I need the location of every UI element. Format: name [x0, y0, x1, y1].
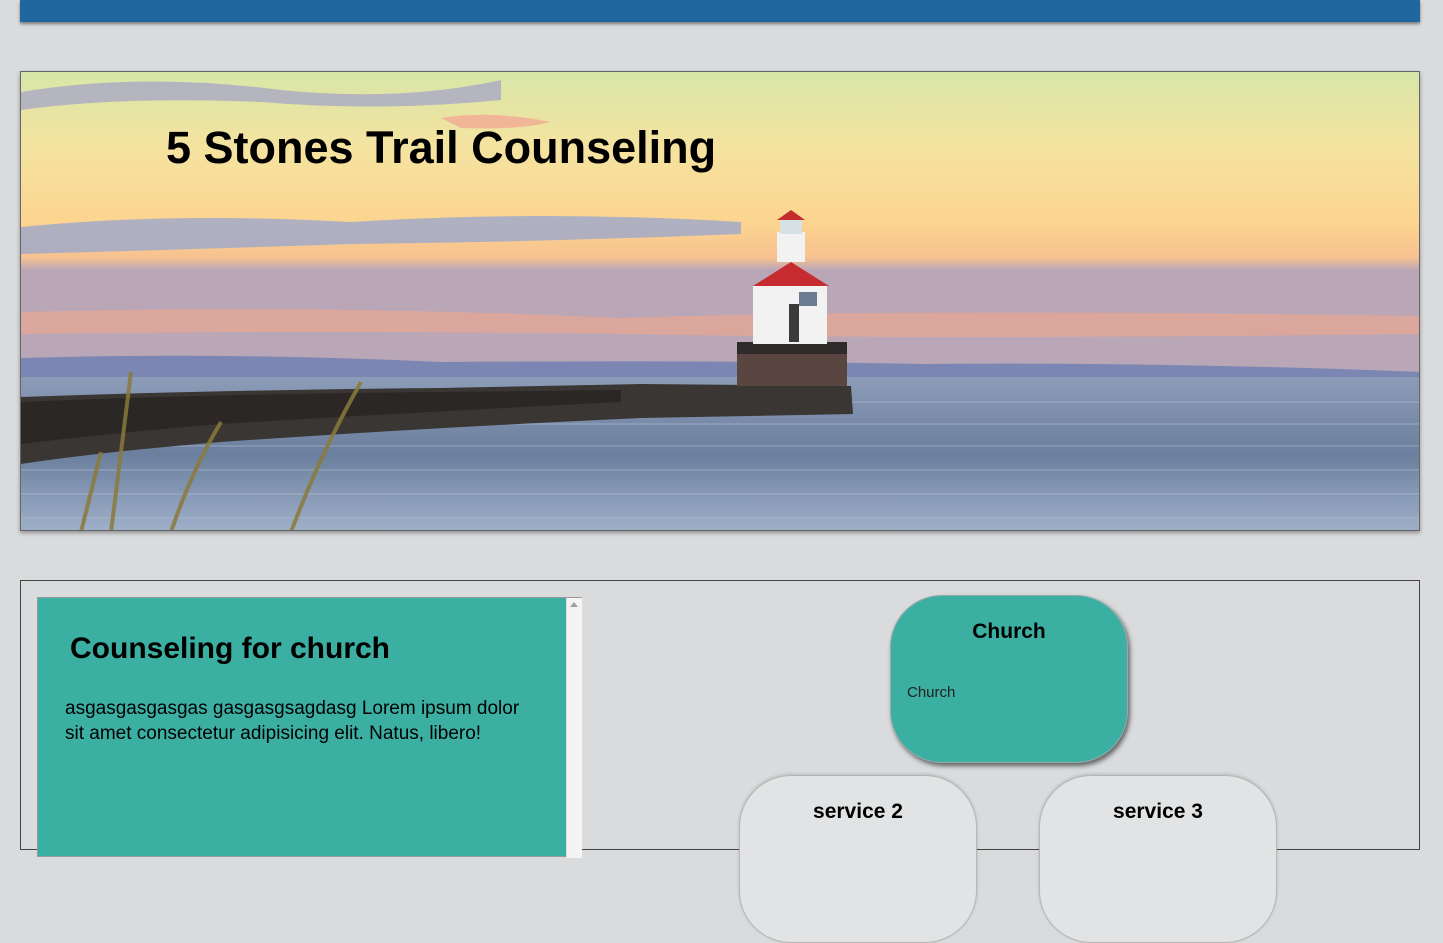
intro-body: asgasgasgasgas gasgasgsagdasg Lorem ipsu… [65, 698, 520, 744]
service-tile-title: Church [972, 620, 1046, 643]
service-tile-title: service 2 [813, 800, 903, 823]
service-tile-2[interactable]: service 2 [739, 775, 977, 943]
scroll-up-arrow-icon[interactable] [570, 602, 578, 607]
service-tile-body: Church [907, 684, 956, 701]
service-tile-3[interactable]: service 3 [1039, 775, 1277, 943]
content-section: Counseling for church asgasgasgasgas gas… [20, 580, 1420, 943]
intro-scrollbar[interactable] [566, 598, 582, 858]
service-tile-church[interactable]: Church Church [890, 595, 1128, 763]
top-nav-bar [20, 0, 1420, 22]
hero-banner: 5 Stones Trail Counseling [20, 71, 1420, 531]
site-title: 5 Stones Trail Counseling [166, 122, 717, 173]
service-tile-title: service 3 [1113, 800, 1203, 823]
intro-card: Counseling for church asgasgasgasgas gas… [37, 597, 582, 857]
intro-heading: Counseling for church [70, 632, 391, 665]
